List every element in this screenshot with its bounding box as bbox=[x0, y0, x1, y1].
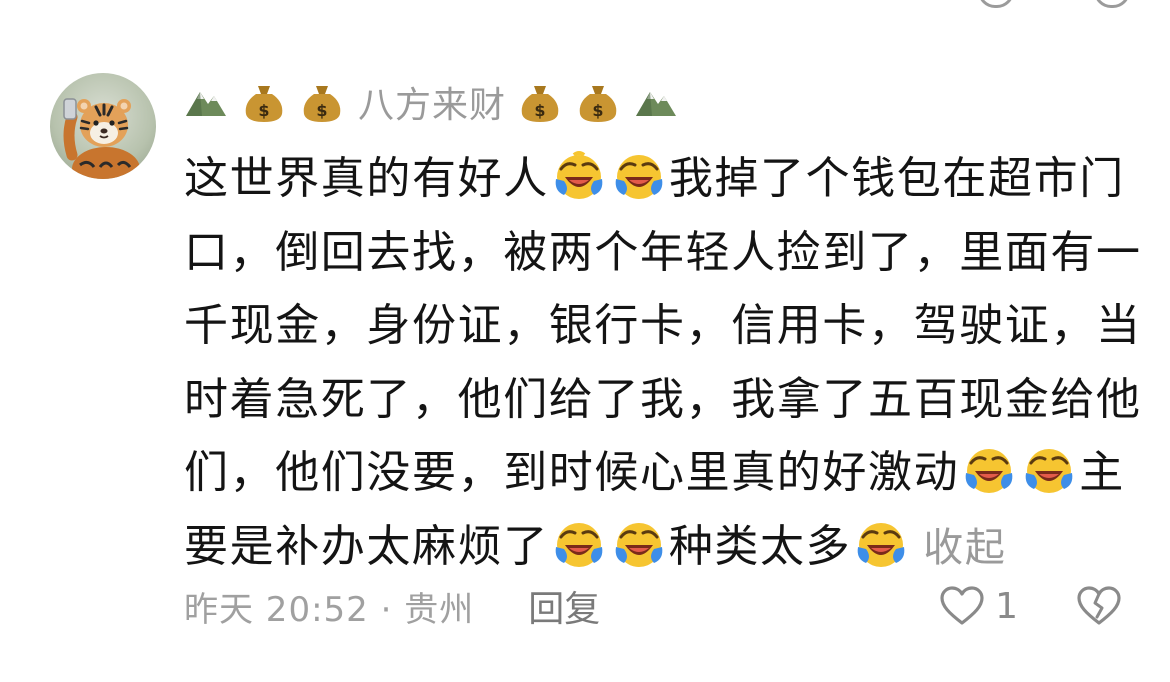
svg-text:$: $ bbox=[258, 101, 269, 120]
mountain-icon bbox=[634, 80, 678, 124]
money-bag-icon: $ bbox=[518, 80, 562, 124]
comment-line: 要是补办太麻烦了 种类太多 收起 bbox=[184, 510, 1114, 584]
comment-item: $ $ 八方来财 $ $ 这世界真的有好人 我掉了个钱包在超市门 口，倒回去找，被… bbox=[0, 0, 1170, 682]
comment-text: 要是补办太麻烦了 bbox=[184, 520, 549, 572]
comment-text: 这世界真的有好人 bbox=[184, 153, 549, 204]
comment-content[interactable]: 这世界真的有好人 我掉了个钱包在超市门 口，倒回去找，被两个年轻人捡到了，里面有一… bbox=[184, 142, 1142, 584]
like-count: 1 bbox=[995, 585, 1018, 627]
broken-heart-icon bbox=[1077, 586, 1121, 625]
comment-actions: 1 bbox=[939, 585, 1122, 627]
collapse-link[interactable]: 收起 bbox=[923, 525, 1006, 571]
comment-text: 我掉了个钱包在超市门 bbox=[668, 153, 1125, 204]
money-bag-icon: $ bbox=[242, 80, 286, 124]
laughing-crying-emoji-icon bbox=[552, 149, 606, 203]
svg-text:$: $ bbox=[316, 101, 327, 120]
laughing-crying-emoji-icon bbox=[1022, 443, 1076, 497]
comment-line: 这世界真的有好人 我掉了个钱包在超市门 bbox=[184, 142, 1123, 216]
laughing-crying-emoji-icon bbox=[612, 517, 666, 571]
laughing-crying-emoji-icon bbox=[962, 443, 1016, 497]
comment-text: 主 bbox=[1079, 447, 1125, 498]
money-bag-icon: $ bbox=[576, 80, 620, 124]
nickname-text[interactable]: 八方来财 bbox=[358, 76, 506, 128]
money-bag-icon: $ bbox=[300, 80, 344, 124]
comment-line: 千现金，身份证，银行卡，信用卡，驾驶证，当 bbox=[184, 300, 1142, 351]
svg-text:$: $ bbox=[534, 101, 545, 120]
comment-line: 们，他们没要，到时候心里真的好激动 主 bbox=[184, 436, 1123, 510]
laughing-crying-emoji-icon bbox=[854, 517, 908, 571]
comment-meta-row: 昨天 20:52 · 贵州 回复 1 bbox=[184, 578, 1122, 634]
laughing-crying-emoji-icon bbox=[612, 149, 666, 203]
svg-text:$: $ bbox=[592, 101, 603, 120]
avatar[interactable] bbox=[50, 73, 156, 179]
comment-text: 种类太多 bbox=[668, 520, 852, 572]
nickname-row[interactable]: $ $ 八方来财 $ $ bbox=[184, 74, 692, 130]
laughing-crying-emoji-icon bbox=[552, 517, 606, 571]
mountain-icon bbox=[184, 80, 228, 124]
reply-button[interactable]: 回复 bbox=[528, 580, 600, 632]
tiger-costume-avatar-image bbox=[63, 98, 140, 179]
comment-text: 们，他们没要，到时候心里真的好激动 bbox=[184, 447, 960, 498]
dislike-button[interactable] bbox=[1076, 585, 1122, 627]
heart-icon bbox=[940, 586, 984, 625]
time-location-text: 昨天 20:52 · 贵州 bbox=[184, 589, 475, 630]
like-button[interactable]: 1 bbox=[939, 585, 1018, 627]
comment-line: 口，倒回去找，被两个年轻人捡到了，里面有一 bbox=[184, 226, 1142, 278]
comment-line: 时着急死了，他们给了我，我拿了五百现金给他 bbox=[184, 373, 1142, 425]
